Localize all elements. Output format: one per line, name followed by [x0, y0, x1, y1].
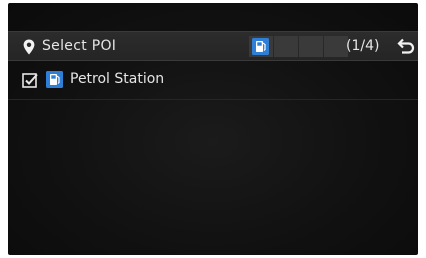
poi-selection-screen: Select POI (1/4) Petrol Station: [8, 3, 418, 255]
back-button[interactable]: [393, 35, 417, 59]
page-indicator: (1/4): [346, 38, 380, 54]
fuel-icon: [252, 38, 269, 55]
fuel-icon: [46, 71, 63, 88]
location-pin-icon: [23, 39, 35, 55]
list-item-label: Petrol Station: [70, 71, 165, 87]
list-item[interactable]: Petrol Station: [8, 62, 418, 100]
poi-category-slots: [249, 36, 348, 57]
poi-slot-3[interactable]: [299, 36, 323, 57]
page-title: Select POI: [42, 38, 117, 54]
poi-slot-2[interactable]: [274, 36, 298, 57]
checkbox-checked-icon[interactable]: [22, 72, 38, 88]
poi-slot-4[interactable]: [324, 36, 348, 57]
header-bar: Select POI (1/4): [8, 31, 418, 61]
poi-slot-1[interactable]: [249, 36, 273, 57]
